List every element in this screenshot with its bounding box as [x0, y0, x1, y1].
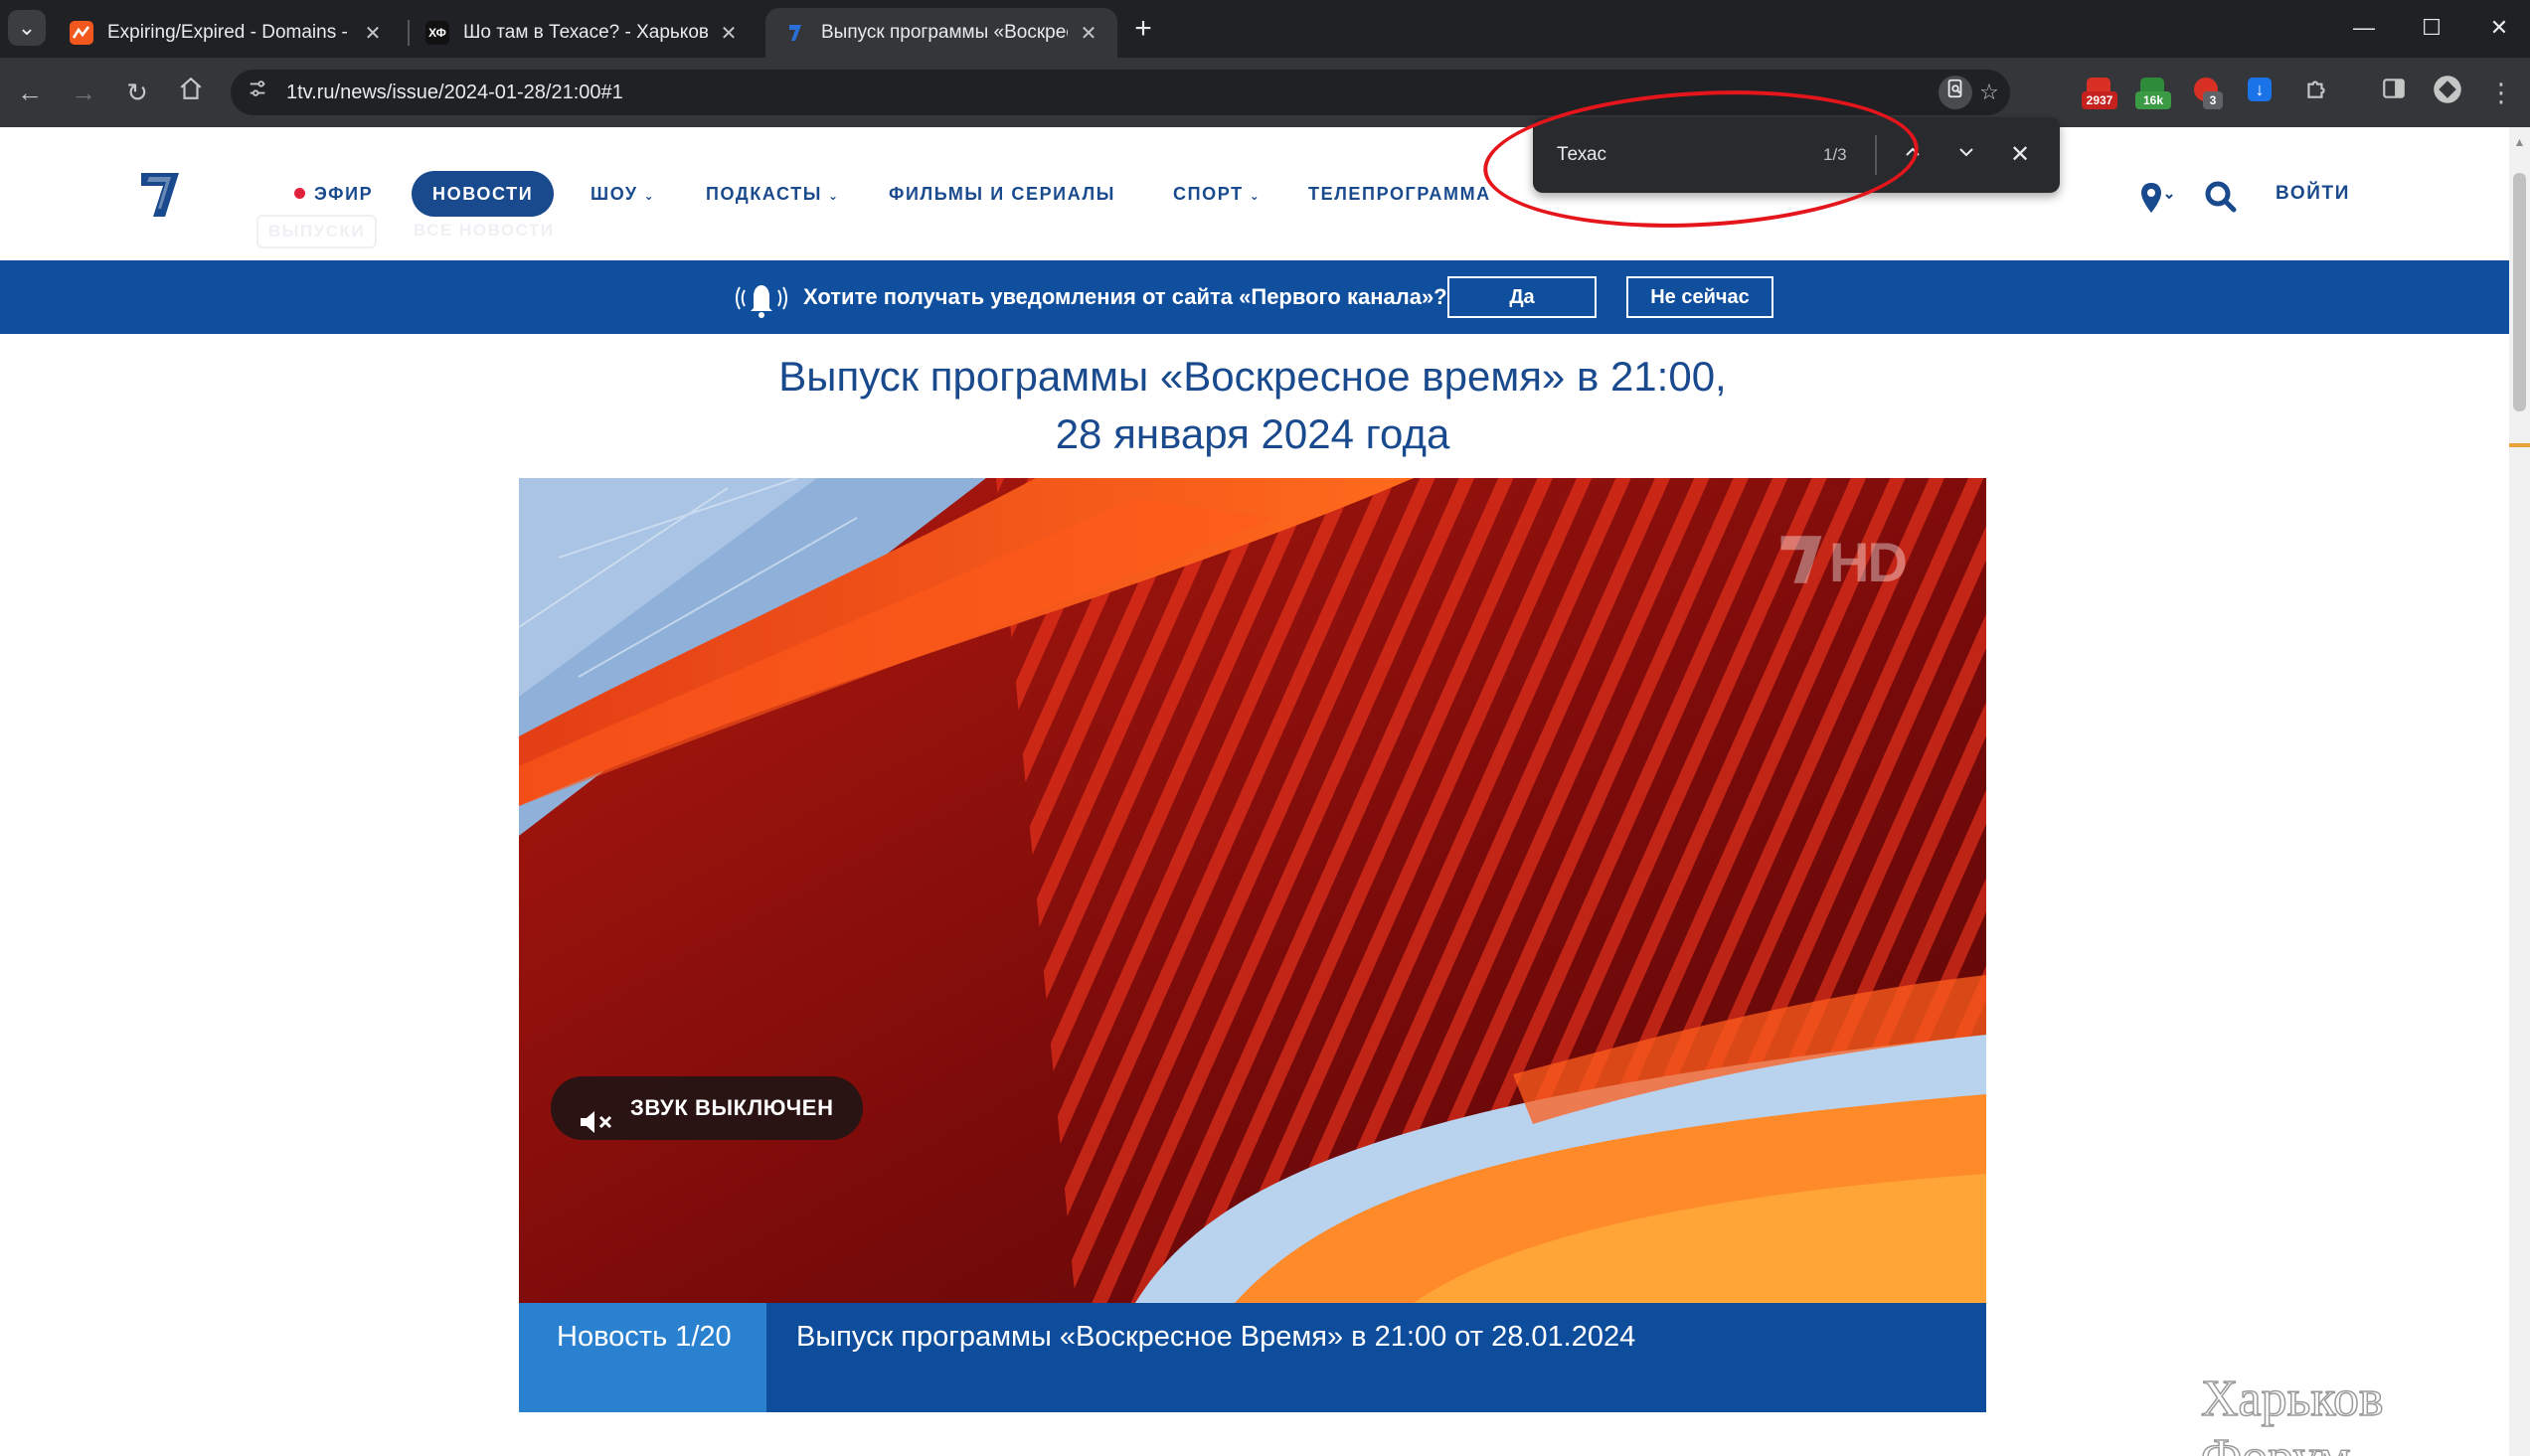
site-settings-icon[interactable] [243, 78, 272, 107]
reload-icon[interactable]: ↻ [119, 75, 155, 110]
extensions-puzzle-icon[interactable] [2298, 75, 2334, 110]
download-extension-icon[interactable]: ↓ [2243, 76, 2278, 109]
forum-watermark: Харьков Форум [2200, 1370, 2384, 1456]
new-tab-plus-icon[interactable]: + [1125, 12, 1161, 48]
nav-sport[interactable]: СПОРТ ⌄ [1173, 171, 1261, 217]
bell-icon [736, 276, 787, 320]
scrollbar-thumb[interactable] [2513, 173, 2526, 411]
extension-badge: 16k [2135, 91, 2171, 109]
mail-extension-icon[interactable]: 2937 [2082, 76, 2117, 109]
chevron-down-icon: ⌄ [828, 189, 840, 203]
kharkov-forum-favicon-icon: ХФ [425, 21, 449, 45]
scroll-up-arrow-icon[interactable]: ▲ [2513, 135, 2526, 149]
tab-kharkov-forum[interactable]: ХФ Шо там в Техасе? - Харьков Ф ✕ [408, 8, 758, 58]
tab-search-dropdown[interactable]: ⌄ [8, 10, 46, 46]
tab-title: Выпуск программы «Воскресн [821, 22, 1068, 43]
tab-close-icon[interactable]: ✕ [362, 21, 384, 46]
1tv-favicon-icon [783, 21, 807, 45]
browser-toolbar: ← → ↻ 1tv.ru/news/issue/2024-01-28/21:00… [0, 58, 2530, 127]
site-header: ЭФИР НОВОСТИ ШОУ ⌄ ПОДКАСТЫ ⌄ ФИЛЬМЫ И СЕР… [0, 127, 2509, 260]
search-icon[interactable] [2201, 179, 2241, 219]
nav-films[interactable]: ФИЛЬМЫ И СЕРИАЛЫ [889, 171, 1115, 217]
find-in-page-bar: Техас 1/3 ✕ [1533, 117, 2060, 193]
expired-domains-favicon-icon [70, 21, 93, 45]
page-title: Выпуск программы «Воскресное время» в 21… [519, 348, 1986, 463]
nav-podcasts[interactable]: ПОДКАСТЫ ⌄ [706, 171, 840, 217]
tab-expiring-domains[interactable]: Expiring/Expired - Domains - M ✕ [52, 8, 402, 58]
sound-off-button[interactable]: ЗВУК ВЫКЛЮЧЕН [551, 1076, 863, 1140]
speaker-muted-icon [579, 1096, 614, 1133]
find-match-marker [2509, 443, 2530, 447]
subnav-issues[interactable]: ВЫПУСКИ [256, 215, 378, 248]
close-window-icon[interactable]: ✕ [2469, 6, 2529, 50]
chevron-down-icon: ⌄ [643, 189, 656, 203]
find-next-chevron-down-icon[interactable] [1948, 137, 1984, 173]
news-counter: Новость 1/20 [519, 1303, 766, 1412]
notification-text: Хотите получать уведомления от сайта «Пе… [803, 284, 1447, 309]
side-panel-icon[interactable] [2376, 75, 2412, 110]
news-caption-bar: Новость 1/20 Выпуск программы «Воскресно… [519, 1303, 1986, 1412]
nav-live-label: ЭФИР [314, 184, 374, 204]
find-input[interactable]: Техас [1557, 117, 1606, 193]
notification-yes-button[interactable]: Да [1447, 276, 1597, 318]
find-close-icon[interactable]: ✕ [2002, 137, 2038, 173]
nav-tv-guide[interactable]: ТЕЛЕПРОГРАММА [1308, 171, 1491, 217]
nav-live[interactable]: ЭФИР [294, 171, 373, 217]
page-title-line1: Выпуск программы «Воскресное время» в 21… [778, 353, 1727, 400]
notification-banner: Хотите получать уведомления от сайта «Пе… [0, 260, 2509, 334]
channel-one-logo[interactable] [137, 169, 183, 221]
sound-off-label: ЗВУК ВЫКЛЮЧЕН [630, 1095, 834, 1120]
adblock-extension-icon[interactable]: 3 [2189, 76, 2225, 109]
page-title-line2: 28 января 2024 года [1055, 410, 1450, 457]
nav-podcasts-label: ПОДКАСТЫ [706, 184, 823, 204]
subnav-all-news[interactable]: ВСЕ НОВОСТИ [414, 211, 555, 250]
video-frame-graphic [519, 478, 1986, 1303]
maximize-icon[interactable]: ☐ [2402, 6, 2461, 50]
channel-hd-watermark: HD [1773, 530, 1908, 594]
profile-avatar-icon[interactable] [2430, 75, 2465, 110]
tab-close-icon[interactable]: ✕ [718, 21, 740, 46]
download-arrow-icon: ↓ [2248, 78, 2272, 101]
login-button[interactable]: ВОЙТИ [2276, 171, 2350, 217]
back-arrow-icon[interactable]: ← [12, 75, 48, 110]
nav-shows-label: ШОУ [590, 184, 638, 204]
tab-title: Expiring/Expired - Domains - M [107, 22, 352, 43]
nav-sport-label: СПОРТ [1173, 184, 1244, 204]
tab-title: Шо там в Техасе? - Харьков Ф [463, 22, 708, 43]
page-scrollbar[interactable]: ▲ [2509, 127, 2530, 1456]
find-in-page-icon[interactable] [1939, 76, 1972, 109]
video-player[interactable]: HD ЗВУК ВЫКЛЮЧЕН [519, 478, 1986, 1303]
chevron-down-icon: ⌄ [1249, 189, 1262, 203]
nav-shows[interactable]: ШОУ ⌄ [590, 171, 655, 217]
bookmark-star-icon[interactable]: ☆ [1972, 76, 2006, 109]
minimize-icon[interactable]: — [2334, 6, 2394, 50]
find-match-count: 1/3 [1823, 145, 1847, 164]
hd-label: HD [1829, 531, 1908, 593]
location-pin-icon[interactable] [2137, 179, 2177, 219]
url-text[interactable]: 1tv.ru/news/issue/2024-01-28/21:00#1 [286, 70, 623, 115]
browser-menu-icon[interactable]: ⋮ [2483, 75, 2519, 110]
find-previous-chevron-up-icon[interactable] [1895, 137, 1931, 173]
browser-tab-bar: ⌄ Expiring/Expired - Domains - M ✕ ХФ Шо… [0, 0, 2530, 58]
home-icon[interactable] [173, 75, 209, 110]
notification-not-now-button[interactable]: Не сейчас [1626, 276, 1773, 318]
tab-1tv-issue[interactable]: Выпуск программы «Воскресн ✕ [765, 8, 1117, 58]
news-caption-title[interactable]: Выпуск программы «Воскресное Время» в 21… [796, 1321, 1635, 1354]
extension-badge: 2937 [2082, 91, 2117, 109]
find-separator [1875, 135, 1877, 175]
counter-extension-icon[interactable]: 16k [2135, 76, 2171, 109]
tab-close-icon[interactable]: ✕ [1078, 21, 1099, 46]
forward-arrow-icon[interactable]: → [66, 75, 101, 110]
live-dot-icon [294, 188, 305, 199]
extension-badge: 3 [2203, 91, 2223, 109]
address-bar[interactable]: 1tv.ru/news/issue/2024-01-28/21:00#1 ☆ [231, 70, 2010, 115]
